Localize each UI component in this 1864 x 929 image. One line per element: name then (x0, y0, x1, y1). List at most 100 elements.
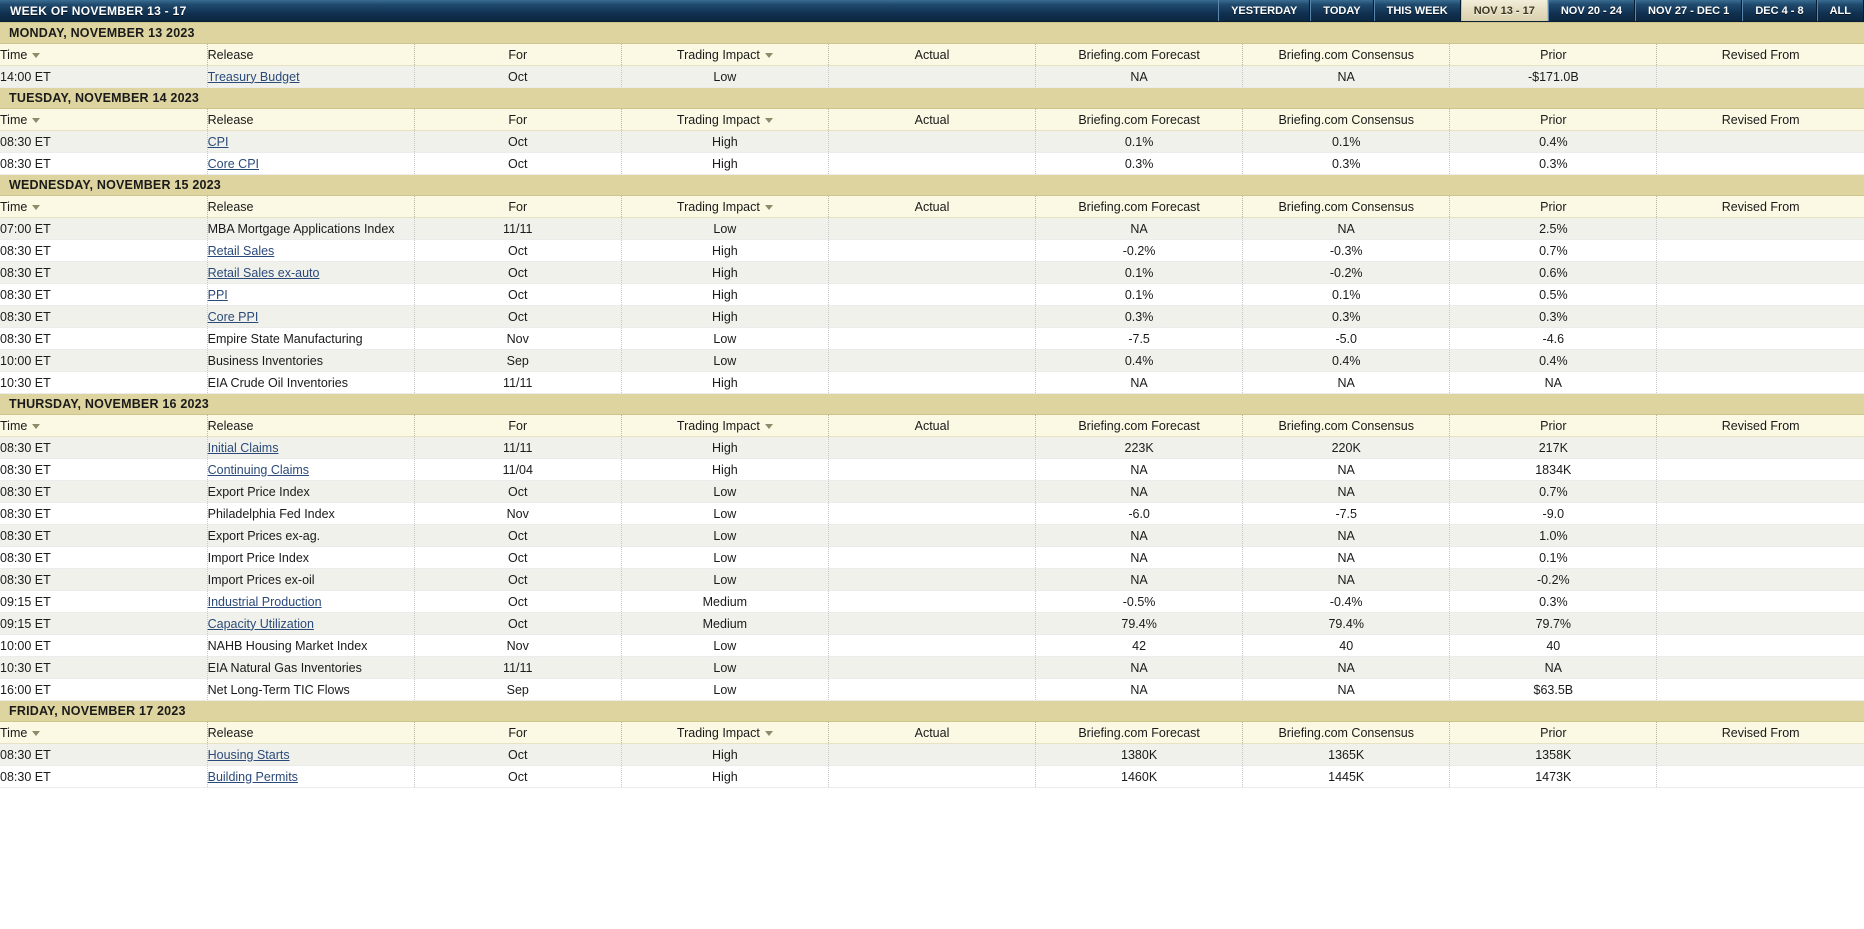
cell-text-for: Oct (508, 594, 528, 609)
column-header-label-consensus: Briefing.com Consensus (1278, 112, 1414, 127)
cell-text-forecast: NA (1130, 221, 1148, 236)
sort-descending-icon[interactable] (764, 730, 773, 736)
cell-consensus: -5.0 (1242, 327, 1450, 350)
cell-for: Oct (413, 283, 622, 306)
column-header-time[interactable]: Time (0, 195, 208, 218)
column-header-impact[interactable]: Trading Impact (620, 721, 829, 744)
sort-descending-icon[interactable] (764, 52, 773, 58)
cell-release: Import Prices ex-oil (206, 568, 415, 591)
nav-button-today[interactable]: TODAY (1310, 0, 1374, 21)
column-header-forecast: Briefing.com Forecast (1035, 43, 1243, 66)
cell-text-consensus: NA (1337, 550, 1355, 565)
column-header-label-for: For (508, 725, 528, 740)
cell-text-consensus: 0.4% (1331, 353, 1361, 368)
cell-revised (1656, 678, 1864, 701)
cell-text-prior: 0.5% (1539, 287, 1568, 302)
cell-release: Building Permits (206, 765, 415, 788)
column-header-time[interactable]: Time (0, 414, 208, 437)
column-header-time[interactable]: Time (0, 108, 208, 131)
release-link[interactable]: Initial Claims (208, 441, 279, 455)
release-link[interactable]: Continuing Claims (208, 463, 309, 477)
cell-text-for: Nov (506, 506, 529, 521)
cell-revised (1656, 480, 1864, 503)
cell-text-release: Export Price Index (207, 484, 310, 499)
column-header-label-prior: Prior (1540, 112, 1567, 127)
sort-descending-icon[interactable] (764, 423, 773, 429)
cell-for: Oct (413, 305, 622, 328)
column-header-forecast: Briefing.com Forecast (1035, 721, 1243, 744)
column-header-label-revised: Revised From (1721, 112, 1800, 127)
cell-revised (1656, 502, 1864, 525)
nav-button-nov-13-17[interactable]: NOV 13 - 17 (1460, 0, 1548, 21)
table-row: 08:30 ET Import Prices ex-oil Oct Low NA NA -0… (0, 568, 1864, 591)
day-header-label: WEDNESDAY, NOVEMBER 15 2023 (0, 174, 1864, 196)
cell-for: 11/11 (413, 436, 622, 459)
release-link[interactable]: Retail Sales ex-auto (208, 266, 320, 280)
cell-text-prior: 79.7% (1535, 616, 1572, 631)
table-row: 16:00 ET Net Long-Term TIC Flows Sep Low NA N… (0, 678, 1864, 701)
cell-impact: Low (620, 546, 829, 569)
column-header-impact[interactable]: Trading Impact (620, 43, 829, 66)
cell-release: Industrial Production (206, 590, 415, 613)
sort-descending-icon[interactable] (32, 52, 41, 58)
release-link[interactable]: Treasury Budget (208, 70, 300, 84)
release-link[interactable]: Core CPI (208, 157, 259, 171)
column-header-release: Release (206, 721, 415, 744)
nav-button-yesterday[interactable]: YESTERDAY (1218, 0, 1311, 21)
column-header-time[interactable]: Time (0, 43, 208, 66)
cell-text-release: MBA Mortgage Applications Index (207, 221, 395, 236)
column-header-label-prior: Prior (1540, 199, 1567, 214)
column-header-label-revised: Revised From (1721, 47, 1800, 62)
nav-button-this-week[interactable]: THIS WEEK (1373, 0, 1461, 21)
cell-text-for: Oct (508, 265, 528, 280)
cell-release: Net Long-Term TIC Flows (206, 678, 415, 701)
cell-for: Oct (413, 130, 622, 153)
sort-descending-icon[interactable] (32, 117, 41, 123)
cell-prior: 0.4% (1449, 130, 1657, 153)
nav-button-dec-4-8[interactable]: DEC 4 - 8 (1742, 0, 1817, 21)
cell-text-prior: -$171.0B (1527, 69, 1579, 84)
cell-release: Housing Starts (206, 743, 415, 766)
release-link[interactable]: PPI (208, 288, 228, 302)
column-header-time[interactable]: Time (0, 721, 208, 744)
column-header-impact[interactable]: Trading Impact (620, 108, 829, 131)
release-link[interactable]: Capacity Utilization (208, 617, 314, 631)
column-header-label-prior: Prior (1540, 725, 1567, 740)
cell-text-for: Oct (508, 243, 528, 258)
release-link[interactable]: Retail Sales (208, 244, 275, 258)
cell-release: Export Price Index (206, 480, 415, 503)
sort-descending-icon[interactable] (32, 423, 41, 429)
cell-consensus: NA (1242, 524, 1450, 547)
sort-descending-icon[interactable] (32, 204, 41, 210)
cell-impact: High (620, 436, 829, 459)
release-link[interactable]: Housing Starts (208, 748, 290, 762)
sort-descending-icon[interactable] (764, 204, 773, 210)
table-row: 08:30 ET Core PPI Oct High 0.3% 0.3% 0.3% (0, 305, 1864, 328)
column-header-label-for: For (508, 418, 528, 433)
cell-for: Nov (413, 502, 622, 525)
release-link[interactable]: Industrial Production (208, 595, 322, 609)
sort-descending-icon[interactable] (764, 117, 773, 123)
column-header-label-actual: Actual (914, 112, 950, 127)
release-link[interactable]: CPI (208, 135, 229, 149)
nav-button-nov-27-dec-1[interactable]: NOV 27 - DEC 1 (1635, 0, 1743, 21)
cell-forecast: -7.5 (1035, 327, 1243, 350)
nav-button-all[interactable]: ALL (1816, 0, 1864, 21)
cell-text-forecast: 0.3% (1124, 156, 1154, 171)
cell-release: Retail Sales ex-auto (206, 261, 415, 284)
column-header-label-impact: Trading Impact (676, 725, 760, 740)
cell-consensus: -0.3% (1242, 239, 1450, 262)
day-header-label: FRIDAY, NOVEMBER 17 2023 (0, 700, 1864, 722)
cell-text-prior: 1358K (1535, 747, 1572, 762)
column-header-label-time: Time (0, 418, 28, 433)
column-header-impact[interactable]: Trading Impact (620, 195, 829, 218)
release-link[interactable]: Core PPI (208, 310, 259, 324)
sort-descending-icon[interactable] (32, 730, 41, 736)
cell-revised (1656, 152, 1864, 175)
column-header-impact[interactable]: Trading Impact (620, 414, 829, 437)
nav-button-nov-20-24[interactable]: NOV 20 - 24 (1547, 0, 1635, 21)
cell-text-consensus: 220K (1331, 440, 1361, 455)
column-header-label-forecast: Briefing.com Forecast (1078, 112, 1200, 127)
cell-release: Treasury Budget (206, 65, 415, 88)
release-link[interactable]: Building Permits (208, 770, 298, 784)
